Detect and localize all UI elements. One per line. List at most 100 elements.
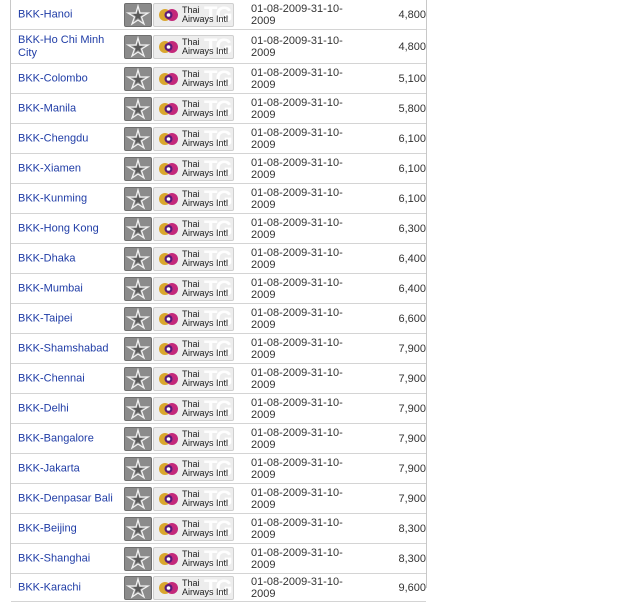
star-alliance-icon — [124, 546, 152, 571]
route-link[interactable]: BKK-Chennai — [18, 372, 123, 385]
fare-price: 4,800 — [398, 40, 426, 53]
validity-dates: 01-08-2009-31-10-2009 — [251, 34, 343, 59]
thai-airways-logo-icon: TG Thai Airways Intl — [153, 156, 234, 181]
fare-table: BKK-Hanoi TG Thai Airways Intl 01-08-2009-3… — [11, 0, 426, 602]
route-link[interactable]: BKK-Jakarta — [18, 462, 123, 475]
star-alliance-icon — [124, 2, 152, 27]
airline-name: Thai Airways Intl — [182, 518, 229, 538]
airline-logos: TG Thai Airways Intl — [124, 2, 234, 27]
fare-price: 5,800 — [398, 102, 426, 115]
airline-name: Thai Airways Intl — [182, 68, 229, 88]
validity-dates: 01-08-2009-31-10-2009 — [251, 216, 343, 241]
route-link[interactable]: BKK-Delhi — [18, 402, 123, 415]
airline-logos: TG Thai Airways Intl — [124, 306, 234, 331]
fare-price: 7,900 — [398, 492, 426, 505]
route-link[interactable]: BKK-Shamshabad — [18, 342, 123, 355]
star-alliance-icon — [124, 96, 152, 121]
route-link[interactable]: BKK-Ho Chi Minh City — [18, 34, 123, 60]
route-link[interactable]: BKK-Hong Kong — [18, 222, 123, 235]
airline-logos: TG Thai Airways Intl — [124, 336, 234, 361]
validity-dates: 01-08-2009-31-10-2009 — [251, 66, 343, 91]
airline-name: Thai Airways Intl — [182, 368, 229, 388]
airline-logos: TG Thai Airways Intl — [124, 156, 234, 181]
star-alliance-icon — [124, 246, 152, 271]
thai-airways-logo-icon: TG Thai Airways Intl — [153, 34, 234, 59]
validity-dates: 01-08-2009-31-10-2009 — [251, 336, 343, 361]
validity-dates: 01-08-2009-31-10-2009 — [251, 276, 343, 301]
fare-price: 6,300 — [398, 222, 426, 235]
route-link[interactable]: BKK-Colombo — [18, 72, 123, 85]
fare-price: 7,900 — [398, 462, 426, 475]
airline-name: Thai Airways Intl — [182, 278, 229, 298]
validity-dates: 01-08-2009-31-10-2009 — [251, 186, 343, 211]
table-row: BKK-Taipei TG Thai Airways Intl 01-08-2009-… — [11, 304, 426, 334]
airline-logos: TG Thai Airways Intl — [124, 426, 234, 451]
table-row: BKK-Chengdu TG Thai Airways Intl 01-08-2009… — [11, 124, 426, 154]
thai-airways-logo-icon: TG Thai Airways Intl — [153, 426, 234, 451]
table-row: BKK-Denpasar Bali TG Thai Airways Intl 01-0… — [11, 484, 426, 514]
validity-dates: 01-08-2009-31-10-2009 — [251, 96, 343, 121]
table-row: BKK-Xiamen TG Thai Airways Intl 01-08-2009-… — [11, 154, 426, 184]
thai-airways-logo-icon: TG Thai Airways Intl — [153, 516, 234, 541]
thai-airways-logo-icon: TG Thai Airways Intl — [153, 546, 234, 571]
route-link[interactable]: BKK-Chengdu — [18, 132, 123, 145]
table-row: BKK-Beijing TG Thai Airways Intl 01-08-2009… — [11, 514, 426, 544]
thai-airways-logo-icon: TG Thai Airways Intl — [153, 486, 234, 511]
fare-price: 8,300 — [398, 552, 426, 565]
thai-airways-logo-icon: TG Thai Airways Intl — [153, 336, 234, 361]
fare-price: 6,100 — [398, 162, 426, 175]
fare-price: 5,100 — [398, 72, 426, 85]
route-link[interactable]: BKK-Mumbai — [18, 282, 123, 295]
route-link[interactable]: BKK-Beijing — [18, 522, 123, 535]
table-row: BKK-Hong Kong TG Thai Airways Intl 01-08-20… — [11, 214, 426, 244]
route-link[interactable]: BKK-Bangalore — [18, 432, 123, 445]
thai-airways-logo-icon: TG Thai Airways Intl — [153, 396, 234, 421]
thai-airways-logo-icon: TG Thai Airways Intl — [153, 2, 234, 27]
star-alliance-icon — [124, 186, 152, 211]
validity-dates: 01-08-2009-31-10-2009 — [251, 456, 343, 481]
route-link[interactable]: BKK-Taipei — [18, 312, 123, 325]
fare-price: 6,600 — [398, 312, 426, 325]
route-link[interactable]: BKK-Denpasar Bali — [18, 492, 123, 505]
validity-dates: 01-08-2009-31-10-2009 — [251, 426, 343, 451]
table-row: BKK-Jakarta TG Thai Airways Intl 01-08-2009… — [11, 454, 426, 484]
star-alliance-icon — [124, 426, 152, 451]
airline-name: Thai Airways Intl — [182, 458, 229, 478]
fare-price: 7,900 — [398, 372, 426, 385]
fare-price: 8,300 — [398, 522, 426, 535]
route-link[interactable]: BKK-Dhaka — [18, 252, 123, 265]
airline-logos: TG Thai Airways Intl — [124, 456, 234, 481]
table-row: BKK-Delhi TG Thai Airways Intl 01-08-2009-3… — [11, 394, 426, 424]
table-row: BKK-Manila TG Thai Airways Intl 01-08-2009-… — [11, 94, 426, 124]
star-alliance-icon — [124, 216, 152, 241]
route-link[interactable]: BKK-Kunming — [18, 192, 123, 205]
route-link[interactable]: BKK-Manila — [18, 102, 123, 115]
airline-name: Thai Airways Intl — [182, 4, 229, 24]
validity-dates: 01-08-2009-31-10-2009 — [251, 516, 343, 541]
airline-logos: TG Thai Airways Intl — [124, 66, 234, 91]
thai-airways-logo-icon: TG Thai Airways Intl — [153, 276, 234, 301]
validity-dates: 01-08-2009-31-10-2009 — [251, 366, 343, 391]
airline-name: Thai Airways Intl — [182, 158, 229, 178]
table-row: BKK-Ho Chi Minh City TG Thai Airways Intl 0… — [11, 30, 426, 64]
table-right-border — [426, 0, 427, 588]
route-link[interactable]: BKK-Shanghai — [18, 552, 123, 565]
validity-dates: 01-08-2009-31-10-2009 — [251, 126, 343, 151]
thai-airways-logo-icon: TG Thai Airways Intl — [153, 456, 234, 481]
validity-dates: 01-08-2009-31-10-2009 — [251, 156, 343, 181]
airline-logos: TG Thai Airways Intl — [124, 246, 234, 271]
airline-logos: TG Thai Airways Intl — [124, 96, 234, 121]
airline-logos: TG Thai Airways Intl — [124, 216, 234, 241]
star-alliance-icon — [124, 156, 152, 181]
table-row: BKK-Mumbai TG Thai Airways Intl 01-08-2009-… — [11, 274, 426, 304]
airline-logos: TG Thai Airways Intl — [124, 396, 234, 421]
airline-logos: TG Thai Airways Intl — [124, 126, 234, 151]
star-alliance-icon — [124, 456, 152, 481]
thai-airways-logo-icon: TG Thai Airways Intl — [153, 246, 234, 271]
route-link[interactable]: BKK-Xiamen — [18, 162, 123, 175]
airline-logos: TG Thai Airways Intl — [124, 34, 234, 59]
star-alliance-icon — [124, 366, 152, 391]
route-link[interactable]: BKK-Hanoi — [18, 8, 123, 21]
star-alliance-icon — [124, 306, 152, 331]
fare-price: 6,400 — [398, 252, 426, 265]
